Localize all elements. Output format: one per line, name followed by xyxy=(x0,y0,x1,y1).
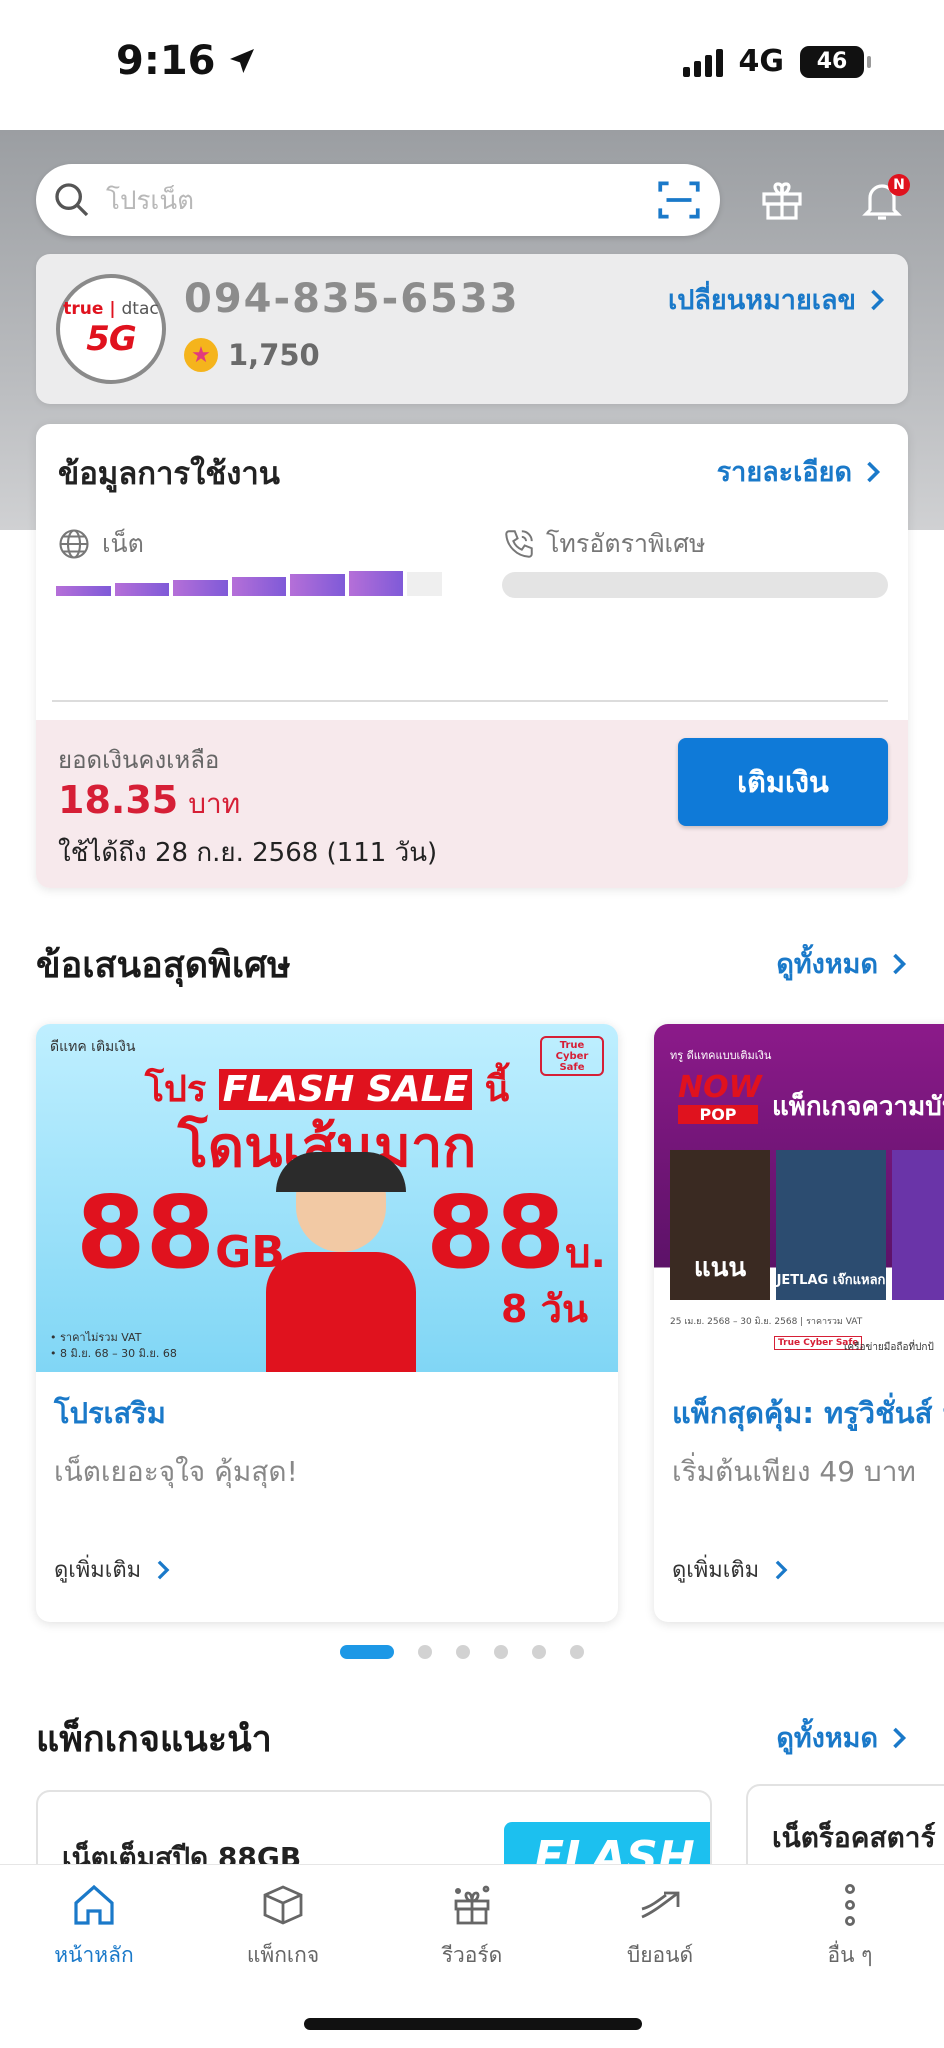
balance-label: ยอดเงินคงเหลือ xyxy=(58,746,220,774)
chevron-right-icon xyxy=(157,1560,170,1579)
detail-label: รายละเอียด xyxy=(716,457,852,488)
offers-title: ข้อเสนอสุดพิเศษ xyxy=(36,945,291,986)
logo-brand: true | dtac xyxy=(63,299,159,319)
notification-badge: N xyxy=(888,174,910,196)
network-type: 4G xyxy=(738,44,785,79)
promo-image-nowpop: ทรู ดีแทคแบบเติมเงิน NOW POP แพ็กเกจความ… xyxy=(654,1024,944,1372)
data-bar-segment xyxy=(231,577,287,596)
promo-description: เริ่มต้นเพียง 49 บาท xyxy=(672,1455,916,1488)
globe-icon xyxy=(59,529,89,559)
call-usage-bar xyxy=(502,572,888,598)
home-indicator xyxy=(304,2018,642,2030)
more-icon xyxy=(844,1884,855,1927)
data-bar-segment xyxy=(348,571,404,596)
nav-more[interactable]: อื่น ๆ xyxy=(780,1881,920,1972)
packages-see-all-link[interactable]: ดูทั้งหมด xyxy=(776,1716,908,1759)
logo-5g: 5G xyxy=(86,319,137,359)
carousel-dot[interactable] xyxy=(340,1645,394,1659)
promo-title: แพ็กสุดคุ้ม: ทรูวิชั่นส์ นา xyxy=(672,1396,944,1430)
promo-card[interactable]: ทรู ดีแทคแบบเติมเงิน NOW POP แพ็กเกจความ… xyxy=(654,1024,944,1622)
star-coin-icon: ★ xyxy=(184,338,218,372)
nav-beyond[interactable]: บียอนด์ xyxy=(590,1881,730,1972)
usage-title: ข้อมูลการใช้งาน xyxy=(58,456,280,492)
scan-icon[interactable] xyxy=(654,175,704,225)
carousel-dot[interactable] xyxy=(532,1645,546,1659)
promo-more-link[interactable]: ดูเพิ่มเติม xyxy=(672,1552,789,1587)
packages-title: แพ็กเกจแนะนำ xyxy=(36,1719,272,1760)
promo-card[interactable]: ดีแทค เติมเงิน True Cyber Safe โปร FLASH… xyxy=(36,1024,618,1622)
nav-rewards[interactable]: รีวอร์ด xyxy=(402,1881,542,1972)
data-bar-segment xyxy=(56,586,111,596)
promo-more-link[interactable]: ดูเพิ่มเติม xyxy=(54,1552,171,1587)
promo-title: โปรเสริม xyxy=(54,1396,166,1430)
box-icon xyxy=(263,1885,303,1925)
points-value: 1,750 xyxy=(228,338,320,372)
carousel-dot[interactable] xyxy=(456,1645,470,1659)
battery-icon: 46 xyxy=(800,45,871,78)
topup-button[interactable]: เติมเงิน xyxy=(678,738,888,826)
gift-icon[interactable] xyxy=(752,170,812,230)
clock: 9:16 xyxy=(116,38,216,84)
nowpop-logo: NOW POP xyxy=(678,1070,762,1124)
data-usage-bar xyxy=(56,571,442,596)
balance-value: 18.35 xyxy=(58,778,179,822)
search-input[interactable]: โปรเน็ต xyxy=(36,164,720,236)
chevron-right-icon xyxy=(871,289,885,310)
balance-validity: ใช้ได้ถึง 28 ก.ย. 2568 (111 วัน) xyxy=(58,838,438,868)
usage-detail-link[interactable]: รายละเอียด xyxy=(717,450,882,493)
carousel-dot[interactable] xyxy=(418,1645,432,1659)
poster-2: JETLAG เจ๊กแหลก xyxy=(776,1150,886,1300)
home-icon xyxy=(74,1884,114,1925)
data-bar-segment xyxy=(173,580,228,596)
status-indicators: 4G 46 xyxy=(682,44,871,79)
usage-card: ข้อมูลการใช้งาน รายละเอียด เน็ต โทรอัตรา… xyxy=(36,424,908,888)
package-title: เน็ตร็อคสตาร์ xyxy=(772,1821,936,1854)
balance-section: ยอดเงินคงเหลือ 18.35 บาท ใช้ได้ถึง 28 ก.… xyxy=(36,720,908,888)
plane-icon xyxy=(641,1891,680,1919)
data-bar-segment xyxy=(114,583,170,596)
promo-description: เน็ตเยอะจุใจ คุ้มสุด! xyxy=(54,1455,298,1488)
promo-image-flash-sale: ดีแทค เติมเงิน True Cyber Safe โปร FLASH… xyxy=(36,1024,618,1372)
phone-number: 094-835-6533 xyxy=(184,276,520,322)
bell-icon[interactable]: N xyxy=(852,170,912,230)
chevron-right-icon xyxy=(867,461,881,482)
balance-currency: บาท xyxy=(188,787,241,820)
divider xyxy=(52,700,888,702)
offers-see-all-link[interactable]: ดูทั้งหมด xyxy=(776,942,908,985)
data-usage-label: เน็ต xyxy=(56,524,144,564)
person-illustration xyxy=(266,1152,416,1372)
carousel-dot[interactable] xyxy=(570,1645,584,1659)
chevron-right-icon xyxy=(775,1560,788,1579)
balance-amount: 18.35 บาท xyxy=(58,778,240,826)
change-number-link[interactable]: เปลี่ยนหมายเลข xyxy=(668,278,886,321)
account-card: true | dtac 5G 094-835-6533 ★ 1,750 เปลี… xyxy=(36,254,908,404)
call-usage-label: โทรอัตราพิเศษ xyxy=(502,524,705,564)
status-time: 9:16 xyxy=(116,38,258,84)
search-placeholder: โปรเน็ต xyxy=(106,185,194,216)
gift-icon xyxy=(454,1885,490,1925)
data-bar-segment xyxy=(290,574,345,596)
battery-level: 46 xyxy=(816,49,848,74)
carousel-pagination[interactable] xyxy=(340,1645,584,1659)
status-bar: 9:16 4G 46 xyxy=(0,0,944,130)
search-icon xyxy=(55,183,89,217)
chevron-right-icon xyxy=(893,1727,907,1748)
nav-home[interactable]: หน้าหลัก xyxy=(24,1881,164,1972)
change-number-label: เปลี่ยนหมายเลข xyxy=(668,285,856,316)
data-bar-remaining xyxy=(407,572,442,596)
poster-1: แนน xyxy=(670,1150,770,1300)
poster-3 xyxy=(892,1150,944,1300)
nav-packages[interactable]: แพ็กเกจ xyxy=(213,1881,353,1972)
chevron-right-icon xyxy=(893,953,907,974)
points-display: ★ 1,750 xyxy=(184,338,320,372)
signal-icon xyxy=(682,47,723,77)
phone-icon xyxy=(505,530,533,558)
location-arrow-icon xyxy=(229,49,254,73)
truedtac-5g-logo: true | dtac 5G xyxy=(56,274,166,384)
carousel-dot[interactable] xyxy=(494,1645,508,1659)
